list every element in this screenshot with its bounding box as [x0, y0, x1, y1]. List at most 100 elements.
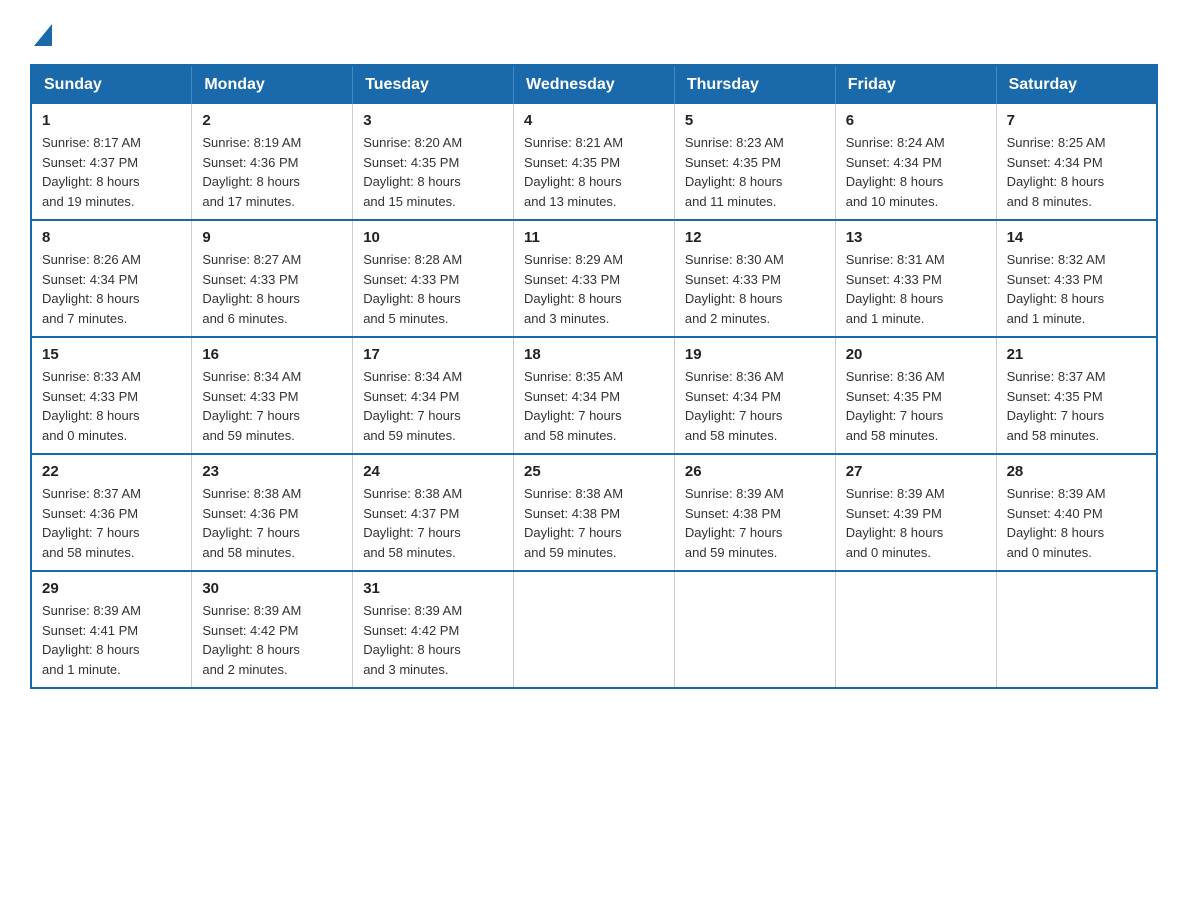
calendar-day-cell: 6 Sunrise: 8:24 AMSunset: 4:34 PMDayligh…: [835, 104, 996, 220]
day-number: 4: [524, 112, 664, 129]
day-number: 5: [685, 112, 825, 129]
calendar-day-cell: 25 Sunrise: 8:38 AMSunset: 4:38 PMDaylig…: [514, 454, 675, 571]
day-info: Sunrise: 8:19 AMSunset: 4:36 PMDaylight:…: [202, 135, 301, 209]
day-info: Sunrise: 8:39 AMSunset: 4:40 PMDaylight:…: [1007, 486, 1106, 560]
calendar-day-cell: 24 Sunrise: 8:38 AMSunset: 4:37 PMDaylig…: [353, 454, 514, 571]
day-number: 20: [846, 346, 986, 363]
day-number: 3: [363, 112, 503, 129]
calendar-week-row: 8 Sunrise: 8:26 AMSunset: 4:34 PMDayligh…: [31, 220, 1157, 337]
day-info: Sunrise: 8:20 AMSunset: 4:35 PMDaylight:…: [363, 135, 462, 209]
calendar-day-cell: 17 Sunrise: 8:34 AMSunset: 4:34 PMDaylig…: [353, 337, 514, 454]
day-info: Sunrise: 8:39 AMSunset: 4:39 PMDaylight:…: [846, 486, 945, 560]
calendar-table: SundayMondayTuesdayWednesdayThursdayFrid…: [30, 64, 1158, 689]
day-number: 25: [524, 463, 664, 480]
calendar-day-cell: 27 Sunrise: 8:39 AMSunset: 4:39 PMDaylig…: [835, 454, 996, 571]
day-number: 17: [363, 346, 503, 363]
day-of-week-header: Tuesday: [353, 65, 514, 104]
day-number: 29: [42, 580, 181, 597]
day-number: 18: [524, 346, 664, 363]
logo-triangle-icon: [34, 24, 52, 46]
calendar-header-row: SundayMondayTuesdayWednesdayThursdayFrid…: [31, 65, 1157, 104]
day-number: 8: [42, 229, 181, 246]
day-info: Sunrise: 8:37 AMSunset: 4:35 PMDaylight:…: [1007, 369, 1106, 443]
day-info: Sunrise: 8:25 AMSunset: 4:34 PMDaylight:…: [1007, 135, 1106, 209]
day-number: 16: [202, 346, 342, 363]
day-info: Sunrise: 8:26 AMSunset: 4:34 PMDaylight:…: [42, 252, 141, 326]
calendar-day-cell: 9 Sunrise: 8:27 AMSunset: 4:33 PMDayligh…: [192, 220, 353, 337]
day-of-week-header: Monday: [192, 65, 353, 104]
day-number: 9: [202, 229, 342, 246]
calendar-week-row: 29 Sunrise: 8:39 AMSunset: 4:41 PMDaylig…: [31, 571, 1157, 688]
calendar-day-cell: 28 Sunrise: 8:39 AMSunset: 4:40 PMDaylig…: [996, 454, 1157, 571]
day-info: Sunrise: 8:36 AMSunset: 4:34 PMDaylight:…: [685, 369, 784, 443]
day-number: 24: [363, 463, 503, 480]
day-info: Sunrise: 8:24 AMSunset: 4:34 PMDaylight:…: [846, 135, 945, 209]
calendar-day-cell: [996, 571, 1157, 688]
calendar-day-cell: 8 Sunrise: 8:26 AMSunset: 4:34 PMDayligh…: [31, 220, 192, 337]
day-info: Sunrise: 8:28 AMSunset: 4:33 PMDaylight:…: [363, 252, 462, 326]
calendar-day-cell: 23 Sunrise: 8:38 AMSunset: 4:36 PMDaylig…: [192, 454, 353, 571]
calendar-day-cell: 20 Sunrise: 8:36 AMSunset: 4:35 PMDaylig…: [835, 337, 996, 454]
calendar-day-cell: 26 Sunrise: 8:39 AMSunset: 4:38 PMDaylig…: [674, 454, 835, 571]
day-info: Sunrise: 8:21 AMSunset: 4:35 PMDaylight:…: [524, 135, 623, 209]
day-number: 26: [685, 463, 825, 480]
day-info: Sunrise: 8:17 AMSunset: 4:37 PMDaylight:…: [42, 135, 141, 209]
day-info: Sunrise: 8:32 AMSunset: 4:33 PMDaylight:…: [1007, 252, 1106, 326]
logo: [30, 20, 52, 44]
day-info: Sunrise: 8:39 AMSunset: 4:38 PMDaylight:…: [685, 486, 784, 560]
day-info: Sunrise: 8:31 AMSunset: 4:33 PMDaylight:…: [846, 252, 945, 326]
calendar-day-cell: 4 Sunrise: 8:21 AMSunset: 4:35 PMDayligh…: [514, 104, 675, 220]
day-info: Sunrise: 8:38 AMSunset: 4:36 PMDaylight:…: [202, 486, 301, 560]
calendar-day-cell: 7 Sunrise: 8:25 AMSunset: 4:34 PMDayligh…: [996, 104, 1157, 220]
day-info: Sunrise: 8:39 AMSunset: 4:41 PMDaylight:…: [42, 603, 141, 677]
calendar-day-cell: 13 Sunrise: 8:31 AMSunset: 4:33 PMDaylig…: [835, 220, 996, 337]
calendar-day-cell: 19 Sunrise: 8:36 AMSunset: 4:34 PMDaylig…: [674, 337, 835, 454]
day-info: Sunrise: 8:39 AMSunset: 4:42 PMDaylight:…: [202, 603, 301, 677]
calendar-day-cell: 12 Sunrise: 8:30 AMSunset: 4:33 PMDaylig…: [674, 220, 835, 337]
calendar-day-cell: 11 Sunrise: 8:29 AMSunset: 4:33 PMDaylig…: [514, 220, 675, 337]
calendar-day-cell: 29 Sunrise: 8:39 AMSunset: 4:41 PMDaylig…: [31, 571, 192, 688]
calendar-day-cell: 2 Sunrise: 8:19 AMSunset: 4:36 PMDayligh…: [192, 104, 353, 220]
day-info: Sunrise: 8:34 AMSunset: 4:33 PMDaylight:…: [202, 369, 301, 443]
day-of-week-header: Sunday: [31, 65, 192, 104]
calendar-day-cell: 30 Sunrise: 8:39 AMSunset: 4:42 PMDaylig…: [192, 571, 353, 688]
day-number: 28: [1007, 463, 1146, 480]
day-of-week-header: Wednesday: [514, 65, 675, 104]
day-number: 15: [42, 346, 181, 363]
day-number: 1: [42, 112, 181, 129]
day-info: Sunrise: 8:34 AMSunset: 4:34 PMDaylight:…: [363, 369, 462, 443]
day-number: 6: [846, 112, 986, 129]
day-of-week-header: Thursday: [674, 65, 835, 104]
calendar-day-cell: 5 Sunrise: 8:23 AMSunset: 4:35 PMDayligh…: [674, 104, 835, 220]
calendar-week-row: 1 Sunrise: 8:17 AMSunset: 4:37 PMDayligh…: [31, 104, 1157, 220]
day-number: 7: [1007, 112, 1146, 129]
calendar-day-cell: 16 Sunrise: 8:34 AMSunset: 4:33 PMDaylig…: [192, 337, 353, 454]
day-info: Sunrise: 8:37 AMSunset: 4:36 PMDaylight:…: [42, 486, 141, 560]
calendar-day-cell: 21 Sunrise: 8:37 AMSunset: 4:35 PMDaylig…: [996, 337, 1157, 454]
day-number: 12: [685, 229, 825, 246]
day-info: Sunrise: 8:33 AMSunset: 4:33 PMDaylight:…: [42, 369, 141, 443]
day-info: Sunrise: 8:36 AMSunset: 4:35 PMDaylight:…: [846, 369, 945, 443]
calendar-day-cell: [674, 571, 835, 688]
day-number: 13: [846, 229, 986, 246]
day-of-week-header: Saturday: [996, 65, 1157, 104]
day-number: 22: [42, 463, 181, 480]
calendar-day-cell: 1 Sunrise: 8:17 AMSunset: 4:37 PMDayligh…: [31, 104, 192, 220]
day-info: Sunrise: 8:38 AMSunset: 4:37 PMDaylight:…: [363, 486, 462, 560]
calendar-day-cell: 31 Sunrise: 8:39 AMSunset: 4:42 PMDaylig…: [353, 571, 514, 688]
day-info: Sunrise: 8:30 AMSunset: 4:33 PMDaylight:…: [685, 252, 784, 326]
calendar-day-cell: 18 Sunrise: 8:35 AMSunset: 4:34 PMDaylig…: [514, 337, 675, 454]
day-info: Sunrise: 8:38 AMSunset: 4:38 PMDaylight:…: [524, 486, 623, 560]
day-number: 11: [524, 229, 664, 246]
day-number: 21: [1007, 346, 1146, 363]
day-number: 30: [202, 580, 342, 597]
day-info: Sunrise: 8:39 AMSunset: 4:42 PMDaylight:…: [363, 603, 462, 677]
calendar-week-row: 15 Sunrise: 8:33 AMSunset: 4:33 PMDaylig…: [31, 337, 1157, 454]
calendar-day-cell: 3 Sunrise: 8:20 AMSunset: 4:35 PMDayligh…: [353, 104, 514, 220]
day-of-week-header: Friday: [835, 65, 996, 104]
day-info: Sunrise: 8:27 AMSunset: 4:33 PMDaylight:…: [202, 252, 301, 326]
calendar-day-cell: 10 Sunrise: 8:28 AMSunset: 4:33 PMDaylig…: [353, 220, 514, 337]
day-number: 31: [363, 580, 503, 597]
calendar-day-cell: 22 Sunrise: 8:37 AMSunset: 4:36 PMDaylig…: [31, 454, 192, 571]
day-number: 19: [685, 346, 825, 363]
